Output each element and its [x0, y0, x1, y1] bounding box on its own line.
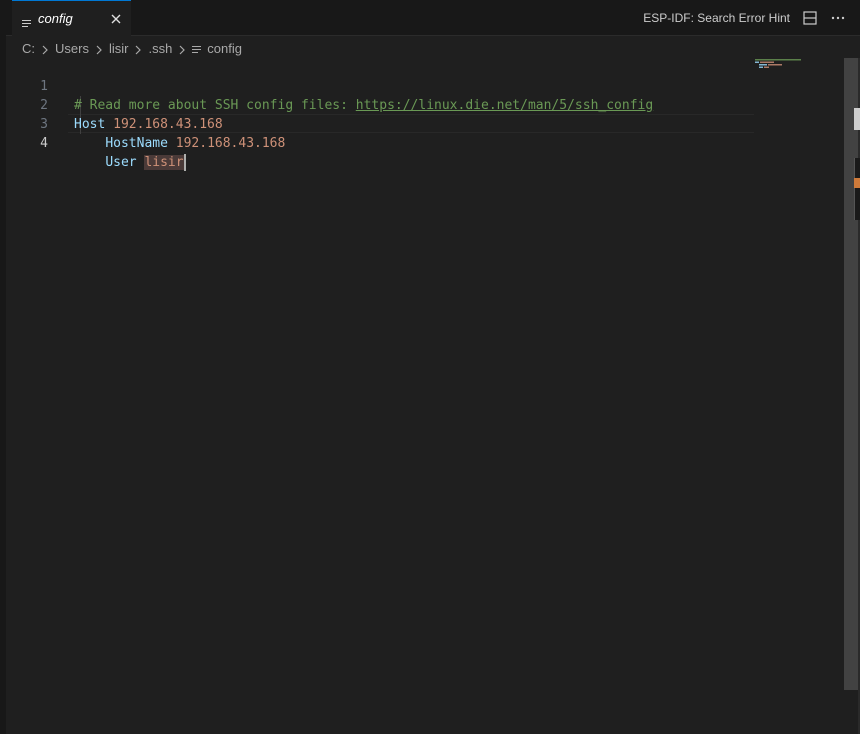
lines-file-icon: [192, 43, 202, 53]
breadcrumb-item-users[interactable]: Users: [55, 41, 89, 56]
line-content: Host 192.168.43.168: [74, 115, 223, 134]
breadcrumb-item-drive[interactable]: C:: [22, 41, 35, 56]
comment-text: # Read more about SSH config files:: [74, 98, 356, 113]
hostname-value: 192.168.43.168: [175, 136, 286, 151]
config-docs-link[interactable]: https://linux.die.net/man/5/ssh_config: [356, 98, 653, 113]
code-editor[interactable]: 1 # Read more about SSH config files: ht…: [6, 58, 844, 734]
code-line[interactable]: 3 HostName 192.168.43.168: [6, 96, 285, 151]
code-line[interactable]: 4 User lisir: [6, 115, 186, 171]
breadcrumb: C: Users lisir .ssh config: [22, 38, 242, 58]
line-number: 4: [40, 136, 48, 151]
vertical-scrollbar[interactable]: [844, 58, 858, 690]
breadcrumb-item-ssh[interactable]: .ssh: [148, 41, 172, 56]
overview-marker: [854, 108, 860, 130]
text-cursor: [183, 154, 186, 171]
keyword-host: Host: [74, 117, 106, 132]
line-content: # Read more about SSH config files: http…: [74, 96, 653, 115]
user-value: lisir: [144, 155, 184, 170]
chevron-right-icon: [94, 43, 104, 55]
esp-idf-search-error-hint[interactable]: ESP-IDF: Search Error Hint: [643, 11, 790, 25]
split-editor-icon[interactable]: [802, 10, 818, 26]
more-actions-icon[interactable]: [830, 10, 846, 26]
overview-marker: [854, 158, 860, 220]
line-content: User lisir: [74, 153, 186, 172]
tab-bar: config ESP-IDF: Search Error Hint: [6, 0, 860, 36]
tab-config[interactable]: config: [12, 0, 131, 36]
minimap[interactable]: [755, 58, 805, 68]
breadcrumb-item-lisir[interactable]: lisir: [109, 41, 129, 56]
tab-label: config: [38, 11, 73, 26]
code-line[interactable]: 2 Host 192.168.43.168: [6, 77, 223, 132]
chevron-right-icon: [133, 43, 143, 55]
chevron-right-icon: [177, 43, 187, 55]
line-content: HostName 192.168.43.168: [74, 134, 285, 153]
host-value: 192.168.43.168: [113, 117, 223, 132]
overview-marker: [854, 178, 860, 188]
keyword-hostname: HostName: [105, 136, 168, 151]
close-icon[interactable]: [109, 11, 123, 25]
chevron-right-icon: [40, 43, 50, 55]
lines-file-icon: [22, 14, 32, 27]
breadcrumb-item-config[interactable]: config: [207, 41, 242, 56]
editor-window: config ESP-IDF: Search Error Hint C: Use…: [0, 0, 860, 734]
keyword-user: User: [105, 155, 137, 170]
editor-actions: ESP-IDF: Search Error Hint: [643, 0, 846, 36]
code-line[interactable]: 1 # Read more about SSH config files: ht…: [6, 58, 653, 113]
